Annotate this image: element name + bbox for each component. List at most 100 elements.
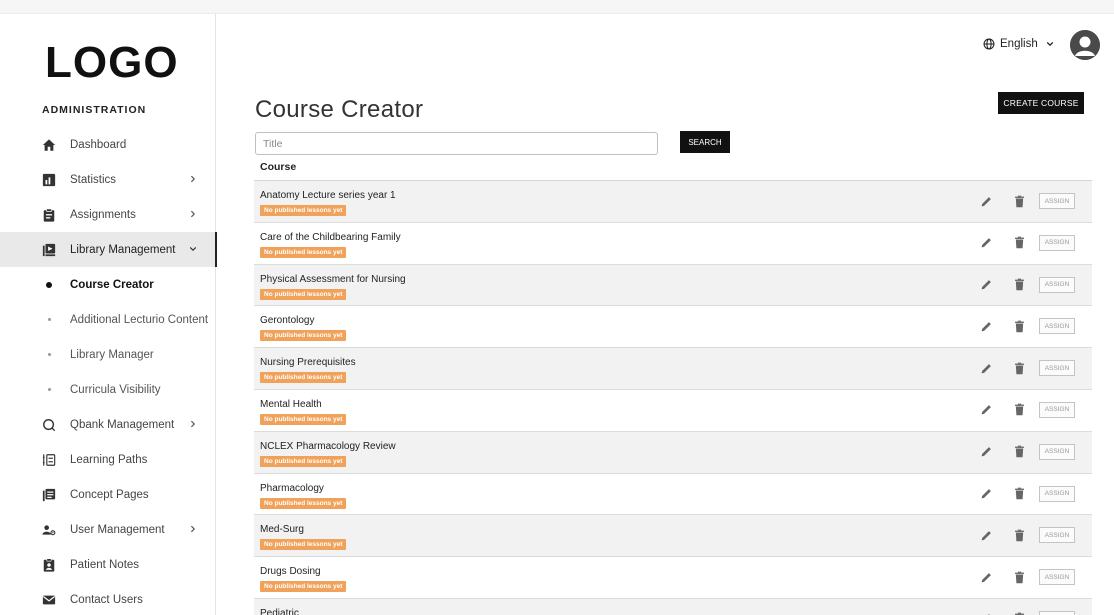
assign-button[interactable]: ASSIGN <box>1039 193 1075 209</box>
edit-icon[interactable] <box>978 360 994 376</box>
course-title[interactable]: Med-Surg <box>260 524 304 535</box>
edit-icon[interactable] <box>978 569 994 585</box>
chevron-right-icon[interactable] <box>188 173 198 185</box>
sidebar-item-label: Dashboard <box>70 138 127 151</box>
edit-icon[interactable] <box>978 527 994 543</box>
trash-icon[interactable] <box>1011 277 1027 293</box>
trash-icon[interactable] <box>1011 235 1027 251</box>
status-badge: No published lessons yet <box>260 330 347 342</box>
row-actions: ASSIGN <box>978 276 1075 293</box>
chevron-down-icon[interactable] <box>188 243 198 255</box>
sidebar-item-label: Contact Users <box>70 593 143 606</box>
sidebar-item-dashboard[interactable]: Dashboard <box>0 127 216 162</box>
course-title[interactable]: Care of the Childbearing Family <box>260 232 401 243</box>
sidebar-item-label: Patient Notes <box>70 558 140 571</box>
sidebar-item-user-management[interactable]: User Management <box>0 512 216 547</box>
edit-icon[interactable] <box>978 193 994 209</box>
status-badge: No published lessons yet <box>260 539 347 551</box>
sidebar-item-qbank-management[interactable]: Qbank Management <box>0 407 216 442</box>
course-title[interactable]: Physical Assessment for Nursing <box>260 274 406 285</box>
assign-button[interactable]: ASSIGN <box>1039 485 1075 502</box>
course-table: Anatomy Lecture series year 1 No publishe… <box>254 180 1092 615</box>
sidebar-item-library-management[interactable]: Library Management <box>0 232 217 267</box>
course-title[interactable]: Pharmacology <box>260 483 324 494</box>
assign-button[interactable]: ASSIGN <box>1039 569 1075 586</box>
sidebar: LOGO ADMINISTRATION Dashboard Statistics A… <box>0 14 217 615</box>
sidebar-item-statistics[interactable]: Statistics <box>0 162 216 197</box>
trash-icon[interactable] <box>1011 444 1027 460</box>
trash-icon[interactable] <box>1011 360 1027 376</box>
sidebar-subitem-additional-lecturio-content[interactable]: Additional Lecturio Content <box>0 302 216 337</box>
edit-icon[interactable] <box>978 235 994 251</box>
edit-icon[interactable] <box>978 444 994 460</box>
sidebar-subitem-curricula-visibility[interactable]: Curricula Visibility <box>0 372 216 407</box>
sidebar-subitem-label: Curricula Visibility <box>70 383 161 396</box>
sidebar-item-concept-pages[interactable]: Concept Pages <box>0 477 216 512</box>
edit-icon[interactable] <box>978 277 994 293</box>
trash-icon[interactable] <box>1011 611 1027 615</box>
table-row: Nursing Prerequisites No published lesson… <box>254 348 1092 390</box>
table-row: Mental Health No published lessons yet ASS… <box>254 390 1092 432</box>
edit-icon[interactable] <box>978 318 994 334</box>
sidebar-item-learning-paths[interactable]: Learning Paths <box>0 442 216 477</box>
assign-button[interactable]: ASSIGN <box>1039 234 1075 251</box>
sidebar-item-label: Concept Pages <box>70 488 149 501</box>
language-selector[interactable]: English <box>983 38 1059 50</box>
sidebar-subitem-label: Additional Lecturio Content <box>70 313 209 326</box>
sidebar-item-contact-users[interactable]: Contact Users <box>0 582 216 615</box>
trash-icon[interactable] <box>1011 527 1027 543</box>
course-title[interactable]: Anatomy Lecture series year 1 <box>260 190 396 201</box>
patient-notes-icon <box>42 557 56 572</box>
sidebar-item-label: User Management <box>70 523 165 536</box>
assign-button[interactable]: ASSIGN <box>1039 610 1075 615</box>
table-row: Care of the Childbearing Family No publis… <box>254 223 1092 265</box>
chevron-right-icon[interactable] <box>188 418 198 430</box>
chevron-right-icon[interactable] <box>188 208 198 220</box>
language-label: English <box>1000 38 1038 50</box>
trash-icon[interactable] <box>1011 402 1027 418</box>
user-avatar-icon[interactable] <box>1070 30 1100 60</box>
bullet-icon <box>42 318 56 321</box>
row-actions: ASSIGN <box>978 569 1075 586</box>
edit-icon[interactable] <box>978 611 994 615</box>
course-title[interactable]: Nursing Prerequisites <box>260 357 356 368</box>
course-title[interactable]: Mental Health <box>260 399 322 410</box>
top-bar <box>0 0 1114 14</box>
user-management-icon <box>42 523 56 537</box>
table-row: Drugs Dosing No published lessons yet ASSI… <box>254 557 1092 599</box>
trash-icon[interactable] <box>1011 569 1027 585</box>
title-search-input[interactable] <box>255 132 658 155</box>
search-button[interactable]: SEARCH <box>680 131 730 153</box>
edit-icon[interactable] <box>978 402 994 418</box>
trash-icon[interactable] <box>1011 318 1027 334</box>
sidebar-subitem-course-creator[interactable]: Course Creator <box>0 267 216 302</box>
clipboard-icon <box>42 208 56 222</box>
sidebar-subitem-library-manager[interactable]: Library Manager <box>0 337 216 372</box>
table-row: Med-Surg No published lessons yet ASSIGN <box>254 515 1092 558</box>
course-title[interactable]: Gerontology <box>260 315 314 326</box>
status-badge: No published lessons yet <box>260 497 347 509</box>
course-title[interactable]: Drugs Dosing <box>260 566 321 577</box>
course-title[interactable]: Pediatric <box>260 608 299 615</box>
row-actions: ASSIGN <box>978 234 1075 251</box>
sidebar-item-assignments[interactable]: Assignments <box>0 197 216 232</box>
trash-icon[interactable] <box>1011 486 1027 502</box>
page-title: Course Creator <box>255 96 424 123</box>
assign-button[interactable]: ASSIGN <box>1039 443 1075 460</box>
assign-button[interactable]: ASSIGN <box>1039 318 1075 335</box>
sidebar-subitem-label: Library Manager <box>70 348 154 361</box>
edit-icon[interactable] <box>978 486 994 502</box>
assign-button[interactable]: ASSIGN <box>1039 401 1075 418</box>
learning-paths-icon <box>42 453 56 467</box>
course-title[interactable]: NCLEX Pharmacology Review <box>260 441 396 452</box>
sidebar-item-patient-notes[interactable]: Patient Notes <box>0 547 216 582</box>
logo[interactable]: LOGO <box>45 38 179 88</box>
chevron-right-icon[interactable] <box>188 523 198 535</box>
assign-button[interactable]: ASSIGN <box>1039 360 1075 377</box>
assign-button[interactable]: ASSIGN <box>1039 527 1075 544</box>
assign-button[interactable]: ASSIGN <box>1039 276 1075 293</box>
create-course-button[interactable]: CREATE COURSE <box>998 92 1084 114</box>
trash-icon[interactable] <box>1011 193 1027 209</box>
concept-pages-icon <box>42 488 56 502</box>
row-actions: ASSIGN <box>978 485 1075 502</box>
